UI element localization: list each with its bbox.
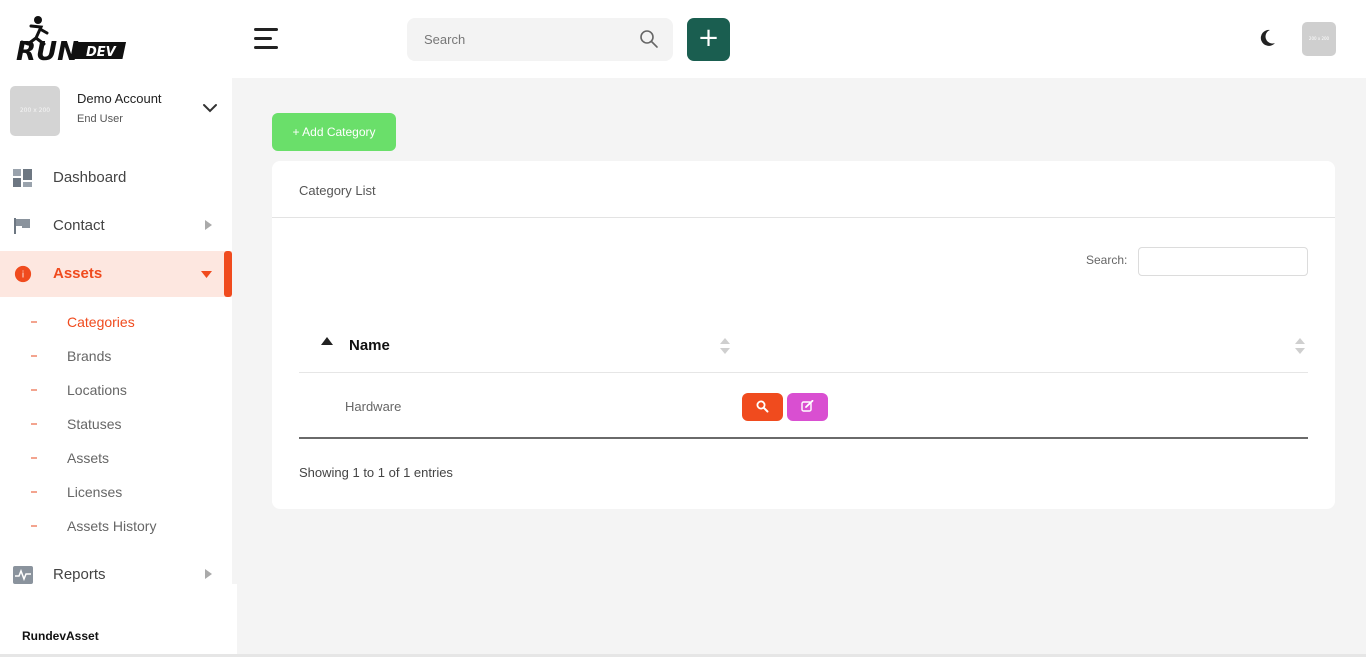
global-search-input[interactable] xyxy=(407,18,617,61)
sidebar-item-label: Dashboard xyxy=(53,169,127,186)
sidebar-subitem-licenses[interactable]: Licenses xyxy=(0,477,232,507)
moon-icon[interactable] xyxy=(1259,28,1277,48)
caret-right-icon xyxy=(205,220,212,230)
table-search-label: Search: xyxy=(1086,253,1128,267)
sidebar-subitem-assets-history[interactable]: Assets History xyxy=(0,511,232,541)
sidebar-subitem-locations[interactable]: Locations xyxy=(0,375,232,405)
quick-add-button[interactable]: + xyxy=(687,18,730,61)
activity-icon xyxy=(13,566,33,584)
search-icon xyxy=(756,400,769,413)
sidebar-subitem-label: Locations xyxy=(67,382,127,398)
sidebar-subitem-categories[interactable]: Categories xyxy=(0,307,232,337)
sidebar-footer: RundevAsset xyxy=(0,584,237,654)
account-avatar: 200 x 200 xyxy=(10,86,60,136)
dashboard-icon xyxy=(13,169,32,187)
category-name-cell: Hardware xyxy=(345,399,402,414)
active-indicator xyxy=(224,251,232,297)
bullet-dash xyxy=(31,423,37,425)
sidebar-subitem-assets[interactable]: Assets xyxy=(0,443,232,473)
chevron-down-icon[interactable] xyxy=(202,102,218,114)
sort-icon[interactable] xyxy=(1294,337,1306,355)
card-title: Category List xyxy=(299,183,376,198)
account-name: Demo Account xyxy=(77,91,162,106)
sort-ascending-icon[interactable] xyxy=(321,337,333,345)
category-list-card: Category List Search: Name Hardware Show… xyxy=(272,161,1335,509)
account-role: End User xyxy=(77,113,123,125)
sidebar-subitem-label: Assets xyxy=(67,450,110,466)
add-category-button[interactable]: + Add Category xyxy=(272,113,396,151)
caret-right-icon xyxy=(205,569,212,579)
top-bar: RUN DEV + 200 x 200 xyxy=(0,0,1366,78)
menu-toggle-icon[interactable] xyxy=(254,28,280,50)
sort-icon[interactable] xyxy=(719,337,731,355)
rundev-logo[interactable]: RUN DEV xyxy=(14,14,134,64)
global-search xyxy=(407,18,673,61)
sidebar-item-assets[interactable]: i Assets xyxy=(0,251,232,297)
bullet-dash xyxy=(31,355,37,357)
account-switcher[interactable]: 200 x 200 Demo Account End User xyxy=(10,86,225,136)
edit-icon xyxy=(801,400,814,412)
sidebar-subitem-statuses[interactable]: Statuses xyxy=(0,409,232,439)
bullet-dash xyxy=(31,525,37,527)
table-row: Hardware xyxy=(299,373,1308,439)
caret-down-icon xyxy=(201,271,212,278)
sidebar-subitem-label: Statuses xyxy=(67,416,122,432)
bullet-dash xyxy=(31,321,37,323)
sidebar-item-label: Reports xyxy=(53,566,106,583)
sidebar-subitem-label: Assets History xyxy=(67,518,157,534)
svg-text:i: i xyxy=(22,271,25,281)
view-button[interactable] xyxy=(742,393,783,421)
sidebar-subitem-brands[interactable]: Brands xyxy=(0,341,232,371)
flag-icon xyxy=(14,218,30,234)
bullet-dash xyxy=(31,491,37,493)
bullet-dash xyxy=(31,457,37,459)
info-circle-icon: i xyxy=(14,265,32,283)
card-header: Category List xyxy=(272,161,1335,218)
sidebar-subitem-label: Categories xyxy=(67,314,135,330)
sidebar-item-contact[interactable]: Contact xyxy=(0,203,232,249)
user-avatar[interactable]: 200 x 200 xyxy=(1302,22,1336,56)
table-header: Name xyxy=(299,325,1308,373)
column-header-name[interactable]: Name xyxy=(349,337,390,354)
search-icon[interactable] xyxy=(639,29,659,49)
sidebar-subitem-label: Brands xyxy=(67,348,112,364)
sidebar-subitem-label: Licenses xyxy=(67,484,123,500)
table-info: Showing 1 to 1 of 1 entries xyxy=(299,465,453,480)
footer-brand: RundevAsset xyxy=(22,629,99,643)
sidebar-item-label: Assets xyxy=(53,265,103,282)
table-search-input[interactable] xyxy=(1138,247,1308,276)
sidebar: 200 x 200 Demo Account End User Dashboar… xyxy=(0,78,232,584)
svg-text:DEV: DEV xyxy=(86,45,117,60)
sidebar-item-label: Contact xyxy=(53,217,105,234)
sidebar-item-dashboard[interactable]: Dashboard xyxy=(0,155,232,201)
svg-text:RUN: RUN xyxy=(16,37,79,64)
edit-button[interactable] xyxy=(787,393,828,421)
bullet-dash xyxy=(31,389,37,391)
